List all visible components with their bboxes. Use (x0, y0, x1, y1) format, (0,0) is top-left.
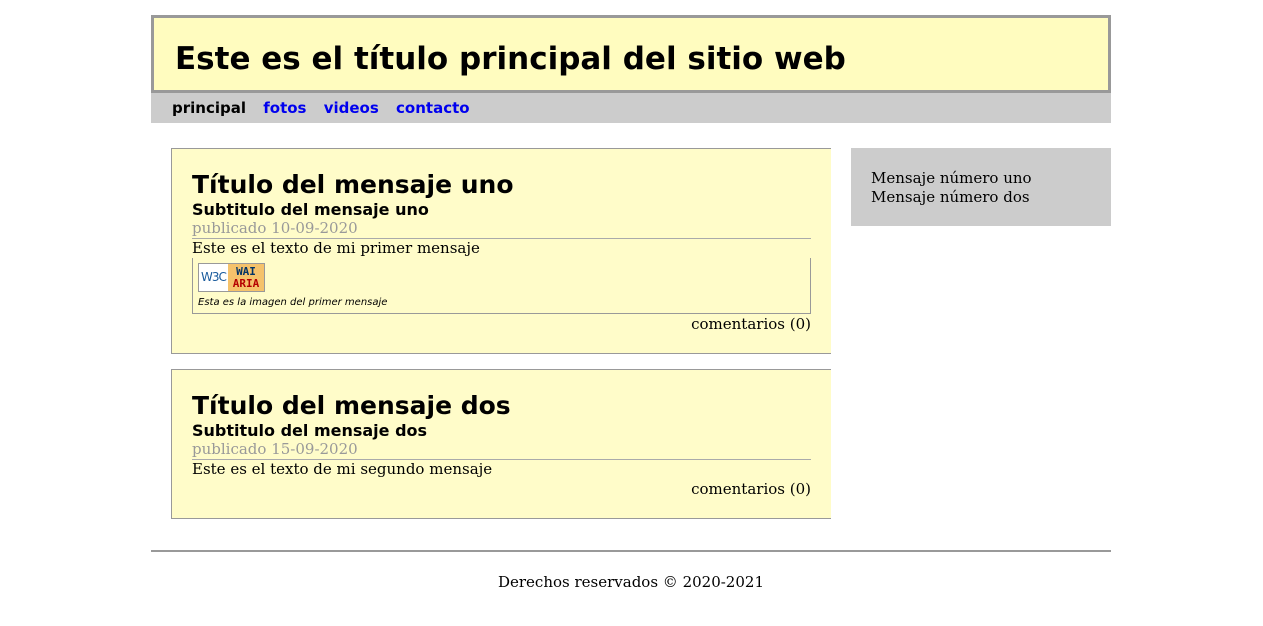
sidebar-item[interactable]: Mensaje número uno (871, 169, 1091, 188)
wai-aria-logo: WAI ARIA (228, 264, 264, 291)
footer-text: Derechos reservados © 2020-2021 (497, 573, 764, 591)
nav-item-contacto[interactable]: contacto (396, 99, 470, 117)
post-title: Título del mensaje uno (192, 170, 514, 199)
site-footer: Derechos reservados © 2020-2021 (151, 550, 1111, 591)
post-2: Título del mensaje dos Subtitulo del men… (171, 369, 831, 519)
figure-caption: Esta es la imagen del primer mensaje (198, 297, 388, 308)
post-figure: W3C WAI ARIA Esta es la imagen del prime… (192, 258, 811, 314)
post-subtitle: Subtitulo del mensaje uno (192, 200, 429, 219)
main-content: Título del mensaje uno Subtitulo del men… (171, 148, 831, 534)
post-title: Título del mensaje dos (192, 391, 511, 420)
nav-item-fotos[interactable]: fotos (263, 99, 306, 117)
nav-item-principal[interactable]: principal (172, 99, 246, 117)
sidebar-item[interactable]: Mensaje número dos (871, 188, 1091, 207)
post-comments-link[interactable]: comentarios (0) (192, 315, 811, 334)
main-nav: principal fotos videos contacto (151, 93, 1111, 123)
w3c-logo: W3C (199, 264, 228, 291)
post-date: publicado 10-09-2020 (192, 218, 811, 239)
post-1: Título del mensaje uno Subtitulo del men… (171, 148, 831, 354)
site-title: Este es el título principal del sitio we… (175, 41, 846, 77)
site-header: Este es el título principal del sitio we… (151, 15, 1111, 93)
post-text: Este es el texto de mi segundo mensaje (192, 460, 493, 478)
post-date: publicado 15-09-2020 (192, 439, 811, 460)
post-subtitle: Subtitulo del mensaje dos (192, 421, 428, 440)
page-container: Este es el título principal del sitio we… (151, 15, 1111, 591)
w3c-wai-aria-badge-image: W3C WAI ARIA (198, 263, 265, 292)
post-comments-link[interactable]: comentarios (0) (192, 480, 811, 499)
sidebar: Mensaje número uno Mensaje número dos (851, 148, 1111, 226)
nav-item-videos[interactable]: videos (324, 99, 379, 117)
aria-label: ARIA (232, 277, 260, 290)
post-text: Este es el texto de mi primer mensaje (192, 239, 480, 257)
